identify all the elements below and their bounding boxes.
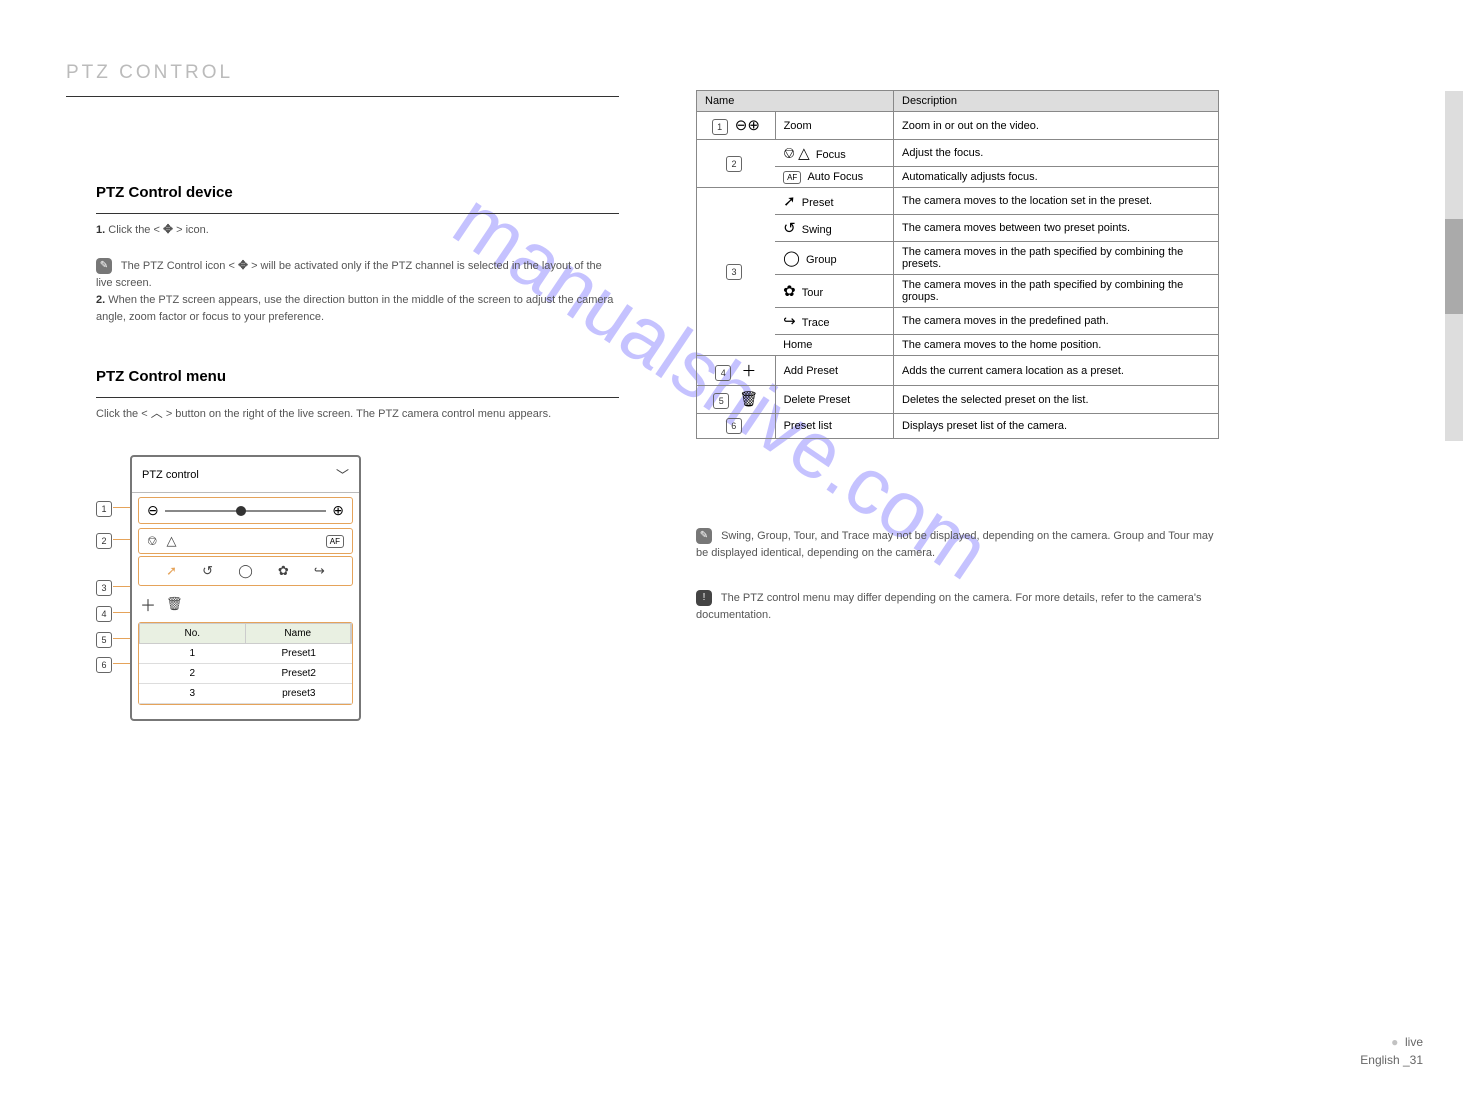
warning-icon: !	[696, 590, 712, 606]
row-trace-desc: The camera moves in the predefined path.	[894, 308, 1219, 335]
row-add-name: Add Preset	[775, 356, 893, 386]
autofocus-icon[interactable]: AF	[326, 535, 344, 548]
ptz-move-icon: ✥	[163, 220, 173, 239]
row-af-name: Auto Focus	[807, 171, 863, 183]
group-icon: ◯	[783, 249, 800, 267]
swing-icon: ↺	[783, 219, 796, 237]
note-icon: ✎	[96, 258, 112, 274]
row-focus-desc: Adjust the focus.	[894, 140, 1219, 167]
row-zoom-desc: Zoom in or out on the video.	[894, 112, 1219, 140]
callout-4: 4	[96, 604, 116, 622]
row-af-desc: Automatically adjusts focus.	[894, 167, 1219, 188]
row-zoom-name: Zoom	[775, 112, 893, 140]
row-swing-desc: The camera moves between two preset poin…	[894, 215, 1219, 242]
col-name: Name	[246, 624, 352, 643]
step2-text: When the PTZ screen appears, use the dir…	[96, 294, 613, 323]
rule	[96, 397, 619, 398]
preset-icon: ➚	[783, 192, 796, 210]
row-del-name: Delete Preset	[775, 386, 893, 414]
row-home-desc: The camera moves to the home position.	[894, 335, 1219, 356]
step1-text-b: > icon.	[176, 224, 209, 236]
callout-3: 3	[96, 578, 116, 596]
preset-icon[interactable]: ➚	[166, 563, 177, 579]
list-item[interactable]: 1Preset1	[139, 644, 352, 664]
note1-text: The PTZ Control icon <	[121, 260, 235, 272]
row-tour-desc: The camera moves in the path specified b…	[894, 275, 1219, 308]
note-icon: ✎	[696, 528, 712, 544]
step-panel-text: Click the <	[96, 408, 148, 420]
row-add-desc: Adds the current camera location as a pr…	[894, 356, 1219, 386]
col-no: No.	[140, 624, 246, 643]
add-icon: ＋	[741, 360, 756, 381]
list-item[interactable]: 2Preset2	[139, 664, 352, 684]
ptz-panel-title: PTZ control	[142, 469, 199, 481]
th-name: Name	[697, 91, 894, 112]
zoom-out-icon[interactable]: ⊖	[147, 502, 159, 519]
rule	[96, 213, 619, 214]
swing-icon[interactable]: ↺	[202, 563, 213, 579]
step-panel-text-b: > button on the right of the live screen…	[166, 408, 551, 420]
ptz-move-icon: ✥	[238, 256, 248, 275]
tour-icon: ✿	[783, 282, 796, 300]
row-preset-desc: The camera moves to the location set in …	[894, 188, 1219, 215]
row-list-desc: Displays preset list of the camera.	[894, 414, 1219, 439]
row-group-desc: The camera moves in the path specified b…	[894, 242, 1219, 275]
delete-icon: 🗑	[739, 390, 758, 408]
heading-control-device: PTZ Control device	[96, 184, 233, 201]
focus-far-icon[interactable]: △	[166, 533, 176, 549]
list-item[interactable]: 3preset3	[139, 684, 352, 704]
th-desc: Description	[894, 91, 1219, 112]
row-tour-name: Tour	[802, 287, 823, 299]
delete-preset-icon[interactable]: 🗑	[166, 596, 183, 612]
group-icon[interactable]: ◯	[238, 563, 253, 579]
callout-1: 1	[96, 499, 116, 517]
add-preset-icon[interactable]: ＋	[140, 592, 156, 616]
section-label: ● live	[1391, 1035, 1423, 1049]
trace-icon: ↪	[783, 312, 796, 330]
focus-near-icon: ⎊	[783, 145, 795, 162]
row-focus-name: Focus	[816, 149, 846, 161]
zoom-in-icon[interactable]: ⊕	[332, 502, 344, 519]
callout-6: 6	[96, 655, 116, 673]
chevron-up-icon: ︿	[151, 404, 163, 423]
row-preset-name: Preset	[802, 197, 834, 209]
trace-icon[interactable]: ↪	[314, 563, 325, 579]
focus-near-icon[interactable]: ⎊	[147, 533, 157, 549]
row-home-name: Home	[783, 339, 812, 351]
tour-icon[interactable]: ✿	[278, 563, 289, 579]
heading-control-menu: PTZ Control menu	[96, 368, 226, 385]
row-group-name: Group	[806, 254, 837, 266]
warning-text: The PTZ control menu may differ dependin…	[696, 592, 1201, 621]
chevron-down-icon[interactable]: ﹀	[336, 465, 349, 484]
ptz-menu-table: Name Description 1 ⊖⊕ Zoom Zoom in or ou…	[696, 90, 1219, 439]
autofocus-icon: AF	[783, 171, 801, 184]
row-swing-name: Swing	[802, 224, 832, 236]
page-number: English _31	[1360, 1053, 1423, 1067]
row-list-name: Preset list	[775, 414, 893, 439]
side-tab-active	[1445, 219, 1463, 314]
zoom-in-icon: ⊕	[747, 116, 760, 134]
page-title: PTZ CONTROL	[66, 62, 233, 84]
step1-text: Click the <	[108, 224, 160, 236]
zoom-slider[interactable]	[165, 510, 327, 512]
zoom-out-icon: ⊖	[735, 116, 748, 134]
row-trace-name: Trace	[802, 317, 830, 329]
callout-5: 5	[96, 630, 116, 648]
rule	[66, 96, 619, 97]
preset-list: No. Name 1Preset1 2Preset2 3preset3	[138, 622, 353, 705]
ptz-control-panel: PTZ control ﹀ ⊖ ⊕ ⎊ △ AF ➚ ↺ ◯ ✿ ↪ ＋ 🗑	[130, 455, 361, 721]
row-del-desc: Deletes the selected preset on the list.	[894, 386, 1219, 414]
note-text: Swing, Group, Tour, and Trace may not be…	[696, 530, 1214, 559]
callout-2: 2	[96, 531, 116, 549]
focus-far-icon: △	[798, 144, 810, 162]
